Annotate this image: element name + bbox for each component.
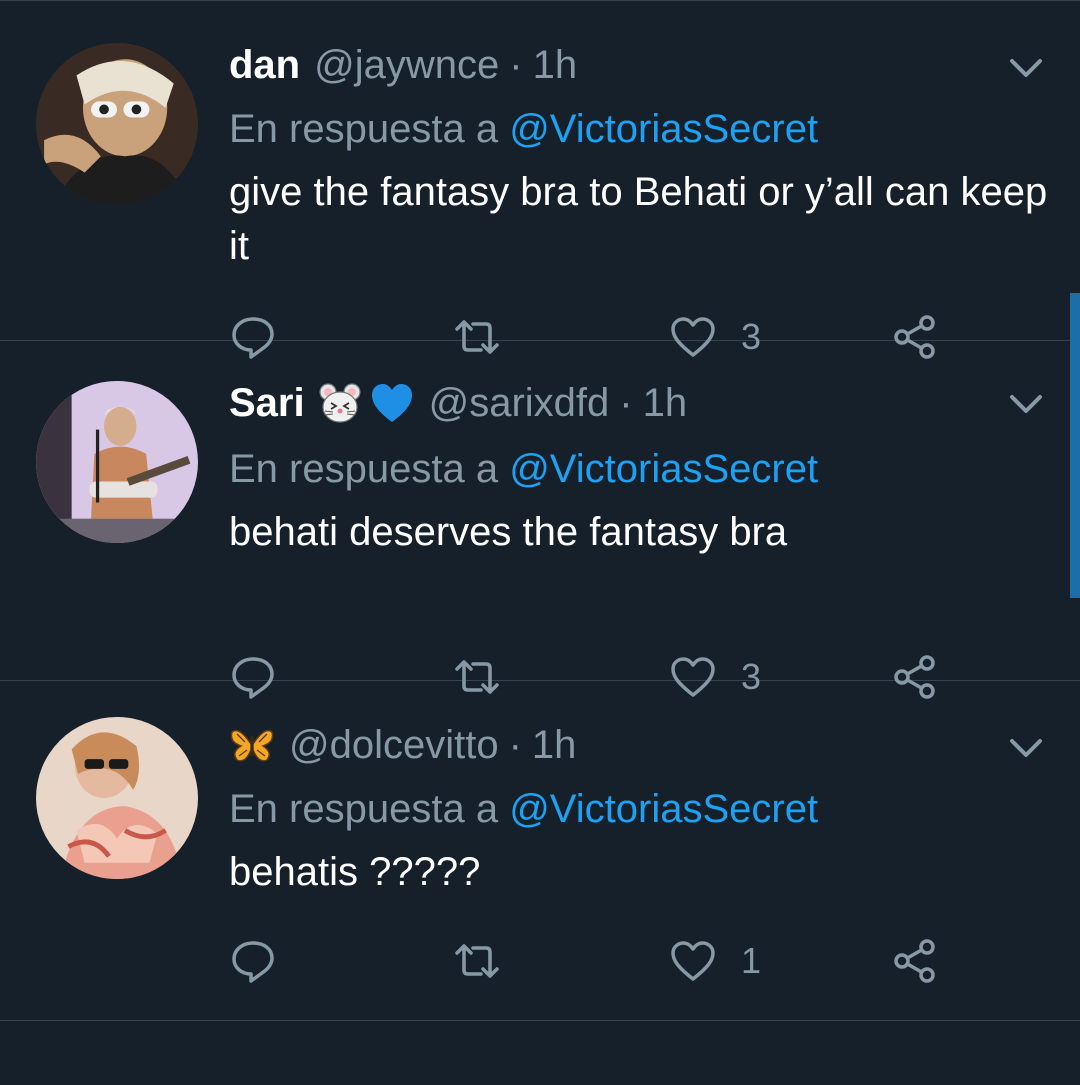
reply-prefix: En respuesta a — [229, 447, 499, 491]
timestamp[interactable]: 1h — [643, 377, 688, 429]
reply-mention-link[interactable]: @VictoriasSecret — [509, 107, 818, 151]
user-handle[interactable]: @dolcevitto — [289, 719, 499, 771]
reply-icon — [229, 937, 277, 985]
tweet-text: behati deserves the fantasy bra — [229, 510, 788, 554]
timestamp[interactable]: 1h — [532, 719, 577, 771]
reply-button[interactable] — [229, 937, 277, 985]
share-icon — [891, 937, 939, 985]
reply-prefix: En respuesta a — [229, 787, 499, 831]
butterfly-emoji — [229, 722, 275, 768]
scrollbar[interactable] — [1070, 293, 1080, 598]
user-handle[interactable]: @sarixdfd — [429, 377, 610, 429]
separator-dot: · — [619, 381, 633, 425]
tweet[interactable]: dan @jaywnce · 1h En respuesta a @Victor… — [0, 1, 1080, 359]
avatar[interactable] — [36, 717, 198, 879]
chevron-down-icon[interactable] — [1006, 51, 1046, 87]
reply-mention-link[interactable]: @VictoriasSecret — [509, 447, 818, 491]
separator-dot: · — [509, 43, 523, 87]
like-count: 1 — [741, 940, 762, 981]
separator-dot: · — [508, 723, 522, 767]
tweet[interactable]: Sari @sarixdfd · 1h En respuesta a @Vict… — [0, 341, 1080, 699]
retweet-icon — [453, 937, 501, 985]
user-handle[interactable]: @jaywnce — [314, 39, 499, 91]
mouse-face-emoji — [317, 380, 363, 426]
tweet-text: give the fantasy bra to Behati or y’all … — [229, 170, 1048, 268]
heart-icon — [669, 937, 717, 985]
chevron-down-icon[interactable] — [1006, 387, 1046, 423]
reply-context: En respuesta a @VictoriasSecret — [229, 103, 818, 155]
reply-feed: dan @jaywnce · 1h En respuesta a @Victor… — [0, 0, 1080, 1085]
display-name[interactable]: dan — [229, 39, 300, 91]
retweet-button[interactable] — [453, 937, 501, 985]
reply-mention-link[interactable]: @VictoriasSecret — [509, 787, 818, 831]
tweet[interactable]: @dolcevitto · 1h En respuesta a @Victori… — [0, 681, 1080, 1021]
like-button[interactable]: 1 — [669, 937, 761, 985]
tweet-header: @dolcevitto · 1h — [229, 719, 576, 771]
reply-context: En respuesta a @VictoriasSecret — [229, 443, 818, 495]
timestamp[interactable]: 1h — [533, 39, 578, 91]
avatar[interactable] — [36, 381, 198, 543]
tweet-header: Sari @sarixdfd · 1h — [229, 377, 687, 429]
share-button[interactable] — [891, 937, 939, 985]
chevron-down-icon[interactable] — [1006, 731, 1046, 767]
avatar[interactable] — [36, 43, 198, 205]
tweet-actions: 1 — [229, 937, 989, 985]
tweet-header: dan @jaywnce · 1h — [229, 39, 577, 91]
reply-prefix: En respuesta a — [229, 107, 499, 151]
reply-context: En respuesta a @VictoriasSecret — [229, 783, 818, 835]
blue-heart-emoji — [369, 380, 415, 426]
tweet-text: behatis ????? — [229, 850, 481, 894]
display-name[interactable]: Sari — [229, 377, 305, 429]
